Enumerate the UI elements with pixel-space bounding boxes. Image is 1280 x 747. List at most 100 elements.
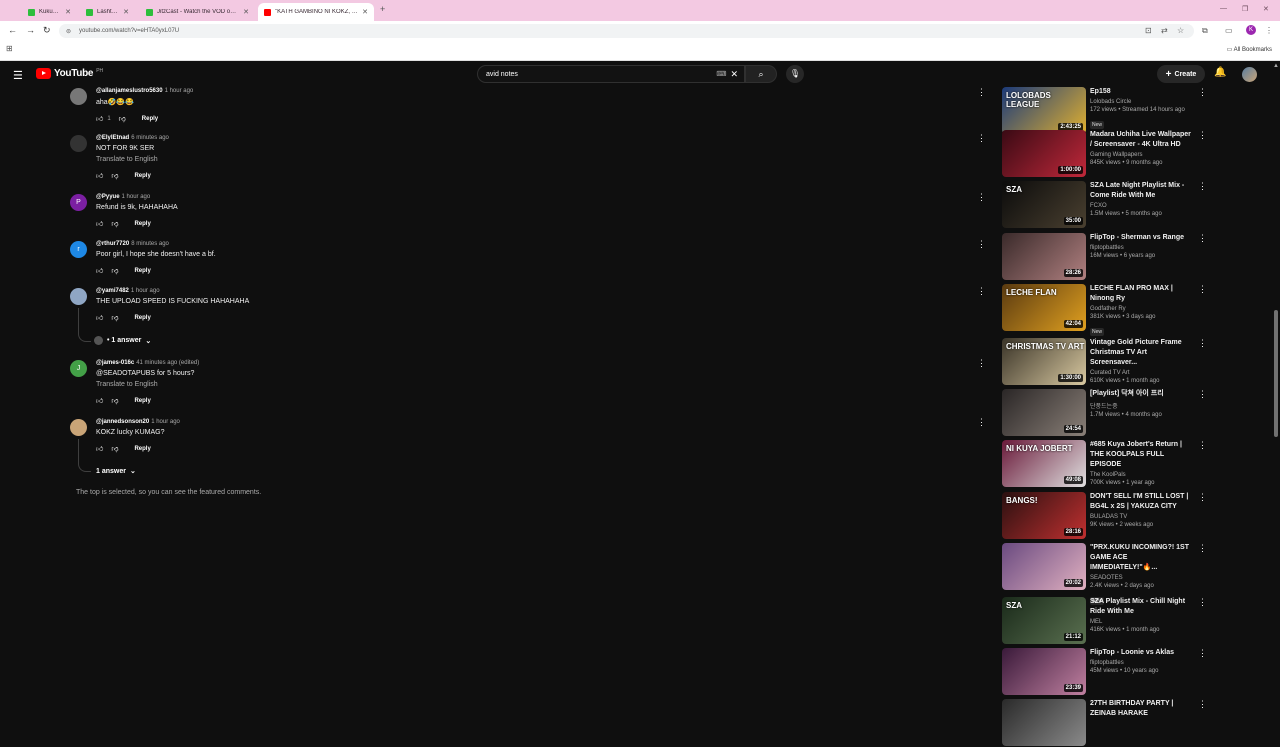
all-bookmarks[interactable]: ▭ All Bookmarks	[1227, 46, 1272, 53]
related-video-item[interactable]: 28:26 FlipTop - Sherman vs Range fliptopba…	[1002, 233, 1207, 281]
dislike-icon[interactable]: 👎︎	[111, 266, 118, 275]
notifications-bell-icon[interactable]: 🔔	[1214, 67, 1226, 78]
reply-button[interactable]: Reply	[134, 173, 150, 179]
video-thumbnail[interactable]: 23:39	[1002, 648, 1086, 695]
browser-tab-4[interactable]: "KATH GAMBINO NI KOKZ, NA... ✕	[258, 3, 374, 21]
video-menu-icon[interactable]: ⋮	[1198, 389, 1207, 400]
show-replies-button[interactable]: 1 answer ⌄	[96, 467, 136, 476]
comment-time[interactable]: 1 hour ago	[151, 419, 180, 425]
voice-search-button[interactable]: 🎙	[786, 65, 804, 83]
comment-menu-icon[interactable]: ⋮	[977, 133, 986, 144]
close-icon[interactable]: ✕	[243, 8, 249, 16]
comment-time[interactable]: 8 minutes ago	[131, 241, 169, 247]
comment-author[interactable]: @allanjameslustro5630	[96, 88, 163, 94]
reply-button[interactable]: Reply	[134, 446, 150, 452]
comment-time[interactable]: 41 minutes ago (edited)	[136, 360, 199, 366]
translate-icon[interactable]: ⇄	[1161, 26, 1168, 35]
comment-time[interactable]: 1 hour ago	[122, 194, 151, 200]
reply-button[interactable]: Reply	[134, 315, 150, 321]
sidepanel-icon[interactable]: ▭	[1225, 26, 1233, 35]
related-video-item[interactable]: 27TH BIRTHDAY PARTY | ZEINAB HARAKE ⋮	[1002, 699, 1207, 747]
comment-author[interactable]: @yami7482	[96, 288, 129, 294]
comment-author[interactable]: @rthur7720	[96, 241, 129, 247]
video-thumbnail[interactable]: 24:54	[1002, 389, 1086, 436]
video-menu-icon[interactable]: ⋮	[1198, 181, 1207, 192]
comment-time[interactable]: 1 hour ago	[165, 88, 194, 94]
related-video-item[interactable]: CHRISTMAS TV ART 1:30:00 Vintage Gold Pict…	[1002, 338, 1207, 386]
video-menu-icon[interactable]: ⋮	[1198, 492, 1207, 503]
search-input[interactable]: avid notes ⌨ ✕	[477, 65, 745, 83]
like-icon[interactable]: 👍︎	[96, 266, 103, 275]
show-replies-button[interactable]: • 1 answer ⌄	[94, 336, 151, 345]
video-thumbnail[interactable]: 28:26	[1002, 233, 1086, 280]
forward-icon[interactable]: →	[26, 25, 35, 35]
dislike-icon[interactable]: 👎︎	[111, 396, 118, 405]
dislike-icon[interactable]: 👎︎	[119, 114, 126, 123]
url-bar[interactable]: ⊜ youtube.com/watch?v=eHTA0yxL07U	[59, 24, 1194, 38]
comment-menu-icon[interactable]: ⋮	[977, 417, 986, 428]
reply-button[interactable]: Reply	[142, 116, 158, 122]
dislike-icon[interactable]: 👎︎	[111, 171, 118, 180]
related-video-item[interactable]: NI KUYA JOBERT 49:08 #685 Kuya Jobert's Re…	[1002, 440, 1207, 488]
like-icon[interactable]: 👍︎	[96, 219, 103, 228]
related-video-item[interactable]: 1:00:00 Madara Uchiha Live Wallpaper / Sc…	[1002, 130, 1207, 178]
minimize-icon[interactable]: —	[1220, 5, 1227, 12]
scroll-up-icon[interactable]: ▲	[1273, 63, 1279, 69]
reload-icon[interactable]: ↻	[43, 25, 51, 36]
account-avatar[interactable]	[1242, 67, 1257, 82]
reply-button[interactable]: Reply	[134, 221, 150, 227]
video-thumbnail[interactable]: LOLOBADS LEAGUE 2:43:25	[1002, 87, 1086, 134]
create-button[interactable]: + Create	[1157, 65, 1205, 83]
dislike-icon[interactable]: 👎︎	[111, 313, 118, 322]
video-menu-icon[interactable]: ⋮	[1198, 440, 1207, 451]
comment-author[interactable]: @james-016c	[96, 360, 134, 366]
video-thumbnail[interactable]: 1:00:00	[1002, 130, 1086, 177]
maximize-icon[interactable]: ❐	[1242, 5, 1248, 13]
video-menu-icon[interactable]: ⋮	[1198, 233, 1207, 244]
comment-author[interactable]: @ElylEtnad	[96, 135, 129, 141]
video-menu-icon[interactable]: ⋮	[1198, 648, 1207, 659]
keyboard-icon[interactable]: ⌨	[716, 70, 726, 78]
close-window-icon[interactable]: ✕	[1263, 5, 1269, 13]
extensions-icon[interactable]: ⧉	[1202, 26, 1208, 36]
close-icon[interactable]: ✕	[362, 8, 368, 16]
install-icon[interactable]: ⊡	[1145, 26, 1152, 35]
video-thumbnail[interactable]: 20:02	[1002, 543, 1086, 590]
comment-menu-icon[interactable]: ⋮	[977, 87, 986, 98]
comment-author[interactable]: @Pyyue	[96, 194, 120, 200]
related-video-item[interactable]: 24:54 [Playlist] 닥쳐 아이 프리 단풍드는중 1.7M views …	[1002, 389, 1207, 437]
close-icon[interactable]: ✕	[123, 8, 129, 16]
video-menu-icon[interactable]: ⋮	[1198, 699, 1207, 710]
apps-grid-icon[interactable]: ⊞	[6, 44, 13, 53]
video-menu-icon[interactable]: ⋮	[1198, 284, 1207, 295]
video-menu-icon[interactable]: ⋮	[1198, 338, 1207, 349]
video-thumbnail[interactable]	[1002, 699, 1086, 746]
related-video-item[interactable]: BANGS! 28:16 DON'T SELL I'M STILL LOST | B…	[1002, 492, 1207, 540]
search-button[interactable]: ⌕	[745, 65, 777, 83]
browser-tab-1[interactable]: KukuDot ✕	[22, 3, 77, 21]
related-video-item[interactable]: SZA 35:00 SZA Late Night Playlist Mix - Co…	[1002, 181, 1207, 229]
menu-icon[interactable]: ☰	[13, 69, 23, 82]
video-thumbnail[interactable]: SZA 35:00	[1002, 181, 1086, 228]
browser-profile-avatar[interactable]: K	[1246, 25, 1256, 35]
comment-menu-icon[interactable]: ⋮	[977, 358, 986, 369]
dislike-icon[interactable]: 👎︎	[111, 219, 118, 228]
like-icon[interactable]: 👍︎	[96, 396, 103, 405]
related-video-item[interactable]: 20:02 "PRX.KUKU INCOMING?! 1ST GAME ACE I…	[1002, 543, 1207, 605]
translate-link[interactable]: Translate to English	[96, 156, 169, 163]
avatar[interactable]	[70, 135, 87, 152]
avatar[interactable]	[70, 419, 87, 436]
browser-tab-3[interactable]: JitzCast - Watch the VOD on Ki... ✕	[140, 3, 255, 21]
video-thumbnail[interactable]: NI KUYA JOBERT 49:08	[1002, 440, 1086, 487]
related-video-item[interactable]: LOLOBADS LEAGUE 2:43:25 Ep158 Lolobads Circ…	[1002, 87, 1207, 135]
dislike-icon[interactable]: 👎︎	[111, 444, 118, 453]
avatar[interactable]	[70, 88, 87, 105]
video-menu-icon[interactable]: ⋮	[1198, 597, 1207, 608]
youtube-logo[interactable]: YouTube PH	[36, 68, 103, 79]
video-thumbnail[interactable]: SZA 21:12	[1002, 597, 1086, 644]
related-video-item[interactable]: LECHE FLAN 42:04 LECHE FLAN PRO MAX | Nino…	[1002, 284, 1207, 336]
scrollbar-thumb[interactable]	[1274, 310, 1278, 437]
reply-button[interactable]: Reply	[134, 268, 150, 274]
video-thumbnail[interactable]: LECHE FLAN 42:04	[1002, 284, 1086, 331]
video-thumbnail[interactable]: BANGS! 28:16	[1002, 492, 1086, 539]
